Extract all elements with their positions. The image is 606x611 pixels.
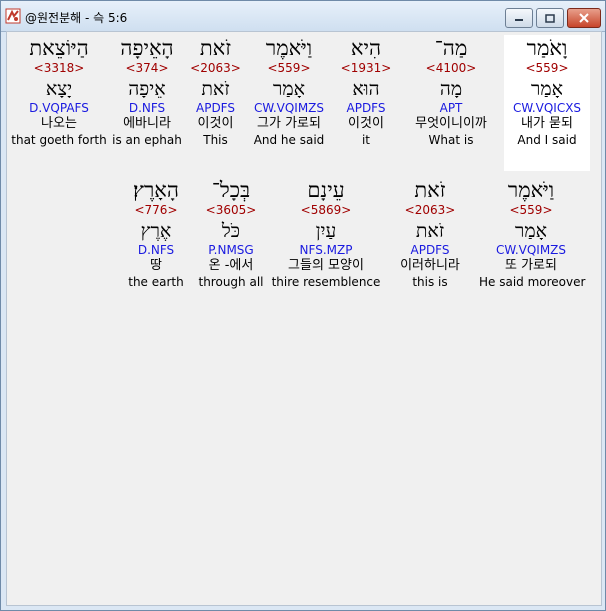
word-cell[interactable]: וַיֹּאמֶר <559> אָמַר CW.VQIMZS 또 가로되 He… <box>479 177 586 313</box>
lemma: זֹאת <box>201 78 230 100</box>
hebrew-word: הִיא <box>350 36 382 60</box>
word-cell[interactable]: עֵינָם <5869> עַיִן NFS.MZP 그들의 모양이 thir… <box>271 177 381 313</box>
title-bar[interactable]: @원전분해 - 슥 5:6 <box>1 1 605 32</box>
word-cell[interactable]: וָאֹמַר <559> אָמַר CW.VQICXS 내가 묻되 And … <box>504 35 590 171</box>
hebrew-word: וַיֹּאמֶר <box>507 178 555 202</box>
english-gloss: the earth <box>128 275 184 289</box>
strong-number: <3318> <box>33 61 85 75</box>
word-cell[interactable]: וַיֹּאמֶר <559> אָמַר CW.VQIMZS 그가 가로되 A… <box>247 35 331 171</box>
english-gloss: And he said <box>253 133 325 147</box>
korean-gloss: 이것이 <box>197 116 234 131</box>
strong-number: <3605> <box>205 203 257 217</box>
english-gloss: that goeth forth <box>11 133 107 147</box>
hebrew-word: וַיֹּאמֶר <box>265 36 313 60</box>
interlinear-panel: וָאֹמַר <559> אָמַר CW.VQICXS 내가 묻되 And … <box>6 31 602 606</box>
korean-gloss: 나오는 <box>41 116 77 131</box>
hebrew-word: זֹאת <box>414 178 446 202</box>
korean-gloss: 그들의 모양이 <box>288 258 364 273</box>
korean-gloss: 이것이 <box>348 116 384 131</box>
maximize-button[interactable] <box>536 8 564 28</box>
parsing-code: CW.VQIMZS <box>495 243 567 257</box>
strong-number: <374> <box>125 61 169 75</box>
strong-number: <776> <box>134 203 178 217</box>
korean-gloss: 무엇이니이까 <box>415 116 487 131</box>
hebrew-word: בְּכָל־ <box>211 178 251 202</box>
word-cell[interactable]: הִיא <1931> הוּא APDFS 이것이 it <box>334 35 398 171</box>
korean-gloss: 또 가로되 <box>505 258 557 273</box>
parsing-code: CW.VQIMZS <box>253 101 325 115</box>
strong-number: <559> <box>509 203 553 217</box>
word-cell[interactable]: זֹאת <2063> זֹאת APDFS 이러하니라 this is <box>387 177 473 313</box>
english-gloss: is an ephah <box>112 133 182 147</box>
lemma: אֵיפָה <box>128 78 166 100</box>
parsing-code: P.NMSG <box>208 243 254 257</box>
strong-number: <5869> <box>300 203 352 217</box>
english-gloss: through all <box>198 275 264 289</box>
korean-gloss: 땅 <box>150 258 162 273</box>
korean-gloss: 내가 묻되 <box>521 116 573 131</box>
english-gloss: it <box>361 133 371 147</box>
word-cell[interactable]: בְּכָל־ <3605> כֹּל P.NMSG 온 -에서 through… <box>197 177 265 313</box>
strong-number: <2063> <box>404 203 456 217</box>
minimize-icon <box>515 19 523 21</box>
close-button[interactable] <box>567 8 601 28</box>
parsing-code: D.NFS <box>128 101 166 115</box>
lemma: עַיִן <box>315 220 337 242</box>
lemma: זֹאת <box>415 220 445 242</box>
word-cell[interactable]: הַיּוֹצֵאת <3318> יָצָא D.VQPAFS 나오는 tha… <box>11 35 107 171</box>
parsing-code: APDFS <box>410 243 450 257</box>
word-cell[interactable]: הָאָרֶץ׃ <776> אֶרֶץ D.NFS 땅 the earth <box>121 177 191 313</box>
hebrew-word: וָאֹמַר <box>526 36 568 60</box>
parsing-code: D.VQPAFS <box>29 101 89 115</box>
korean-gloss: 에바니라 <box>123 116 171 131</box>
english-gloss: And I said <box>517 133 577 147</box>
app-logo-icon <box>5 8 21 24</box>
english-gloss: What is <box>428 133 474 147</box>
english-gloss: thire resemblence <box>271 275 381 289</box>
lemma: אָמַר <box>273 78 305 100</box>
english-gloss: This <box>203 133 228 147</box>
korean-gloss: 온 -에서 <box>208 258 254 273</box>
parsing-code: APDFS <box>346 101 386 115</box>
close-icon <box>579 13 589 23</box>
english-gloss: He said moreover <box>479 275 586 289</box>
hebrew-word: עֵינָם <box>307 178 345 202</box>
word-cell[interactable]: זֹאת <2063> זֹאת APDFS 이것이 This <box>187 35 244 171</box>
parsing-code: NFS.MZP <box>299 243 353 257</box>
strong-number: <1931> <box>340 61 392 75</box>
window-title: @원전분해 - 슥 5:6 <box>25 11 128 25</box>
strong-number: <559> <box>267 61 311 75</box>
parsing-code: APDFS <box>196 101 235 115</box>
lemma: כֹּל <box>221 220 241 242</box>
lemma: הוּא <box>352 78 380 100</box>
minimize-button[interactable] <box>505 8 533 28</box>
parsing-code: APT <box>439 101 463 115</box>
english-gloss: this is <box>412 275 448 289</box>
korean-gloss: 이러하니라 <box>400 258 460 273</box>
korean-gloss: 그가 가로되 <box>257 116 321 131</box>
parsing-code: D.NFS <box>137 243 175 257</box>
word-cell[interactable]: מַה־ <4100> מָה APT 무엇이니이까 What is <box>401 35 501 171</box>
lemma: יָצָא <box>45 78 73 100</box>
hebrew-word: הַיּוֹצֵאת <box>29 36 89 60</box>
strong-number: <559> <box>525 61 569 75</box>
maximize-icon <box>545 13 555 23</box>
lemma: אָמַר <box>531 78 563 100</box>
hebrew-word: הָאָרֶץ׃ <box>133 178 179 202</box>
parsing-code: CW.VQICXS <box>512 101 582 115</box>
strong-number: <2063> <box>190 61 241 75</box>
app-window: @원전분해 - 슥 5:6 וָאֹמַר <559> אָמַר CW.VQI… <box>0 0 606 611</box>
lemma: אָמַר <box>515 220 547 242</box>
strong-number: <4100> <box>425 61 477 75</box>
lemma: מָה <box>439 78 463 100</box>
hebrew-word: הָאֵיפָה <box>120 36 174 60</box>
lemma: אֶרֶץ <box>140 220 172 242</box>
word-cell[interactable]: הָאֵיפָה <374> אֵיפָה D.NFS 에바니라 is an e… <box>109 35 185 171</box>
hebrew-word: זֹאת <box>199 36 232 60</box>
hebrew-word: מַה־ <box>434 36 468 60</box>
